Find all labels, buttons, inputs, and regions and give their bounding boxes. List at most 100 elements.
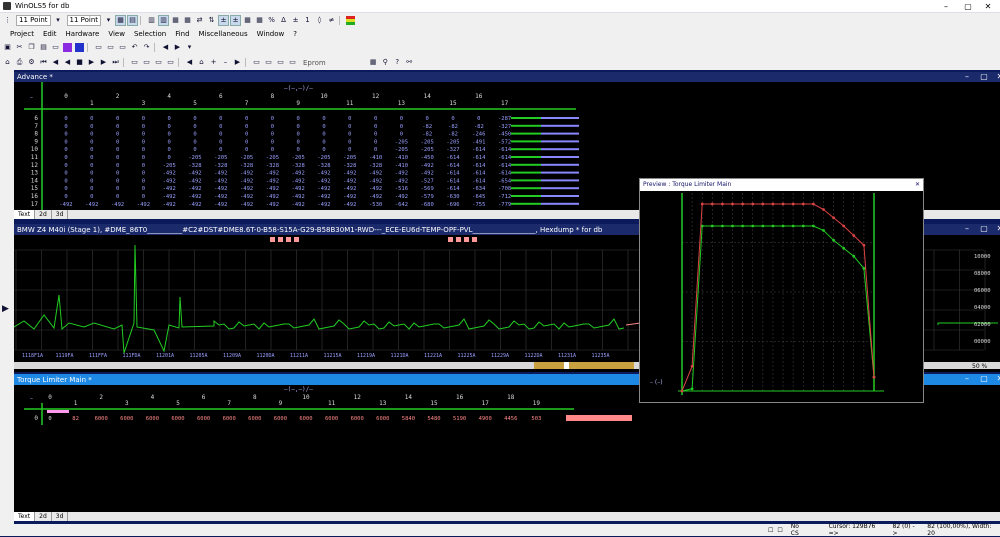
menu-selection[interactable]: Selection	[134, 30, 166, 38]
forward-icon[interactable]: ▶	[233, 58, 242, 67]
tab-text[interactable]: Text	[14, 512, 36, 521]
torque-map-pane[interactable]: –(–,–)/– –0 2 4 6 8 10 12 14 16 18 1 3 5 7 9 11 13 15 17 19 0…	[14, 385, 1000, 512]
minimize-button[interactable]: –	[936, 0, 956, 13]
gutter-arrow-icon[interactable]: ▶	[2, 304, 9, 314]
arrow-right-icon[interactable]: ▶	[173, 43, 182, 52]
lock-icon[interactable]: ⌂	[3, 58, 12, 67]
step-back-icon[interactable]: ◀	[51, 58, 60, 67]
swap-icon[interactable]: ⇄	[195, 16, 204, 25]
menu-window[interactable]: Window	[257, 30, 285, 38]
pin-icon[interactable]: ⚲	[381, 58, 390, 67]
eprom-label: Eprom	[303, 58, 326, 67]
column-header: 10	[320, 93, 328, 100]
torque-minimize-button[interactable]: –	[958, 374, 976, 384]
one-icon[interactable]: 1	[303, 16, 312, 25]
window-l-icon[interactable]: ▭	[288, 58, 297, 67]
status-checkbox-b[interactable]: ☐	[777, 527, 782, 534]
font-size-dropdown-b[interactable]: 11 Point	[66, 15, 102, 26]
settings-icon[interactable]: ⚙	[27, 58, 36, 67]
table-alt-icon[interactable]: ▦	[183, 16, 192, 25]
undo-icon[interactable]: ↶	[130, 43, 139, 52]
close-button[interactable]: ✕	[978, 0, 998, 13]
step-forward-icon[interactable]: ▶	[99, 58, 108, 67]
tab-2d[interactable]: 2d	[35, 210, 52, 219]
font-size-dropdown-a[interactable]: 11 Point	[16, 15, 51, 26]
chevron-down-icon[interactable]: ▾	[54, 16, 63, 25]
table-cell: 0	[116, 163, 119, 169]
color-palette-icon[interactable]	[346, 16, 356, 25]
stop-icon[interactable]: ■	[75, 58, 84, 67]
window-e-icon[interactable]: ▭	[130, 58, 139, 67]
org-icon[interactable]: ◊	[315, 16, 324, 25]
zoom-in-icon[interactable]: +	[209, 58, 218, 67]
status-checkbox-a[interactable]: ☐	[768, 527, 773, 534]
next-icon[interactable]: ▶	[87, 58, 96, 67]
hexdump-close-button[interactable]: ✕	[991, 224, 1000, 234]
paste-icon[interactable]: ▤	[39, 43, 48, 52]
grid-view-icon[interactable]: ▤	[127, 15, 139, 26]
percent-icon[interactable]: %	[267, 16, 276, 25]
sign-icon[interactable]: ±	[218, 15, 230, 26]
advance-minimize-button[interactable]: –	[958, 72, 976, 82]
menu-miscellaneous[interactable]: Miscellaneous	[199, 30, 248, 38]
menu-hardware[interactable]: Hardware	[66, 30, 100, 38]
grid-tool-icon[interactable]: ▦	[369, 58, 378, 67]
help-icon[interactable]: ?	[393, 58, 402, 67]
tab-3d[interactable]: 3d	[52, 210, 69, 219]
print-icon[interactable]: ⎙	[15, 58, 24, 67]
columns-icon[interactable]: ▥	[147, 16, 156, 25]
cut-icon[interactable]: ✂	[15, 43, 24, 52]
window-i-icon[interactable]: ▭	[252, 58, 261, 67]
back-icon[interactable]: ◀	[185, 58, 194, 67]
redo-icon[interactable]: ↷	[142, 43, 151, 52]
table-b-icon[interactable]: ▦	[243, 16, 252, 25]
data-point	[731, 202, 734, 206]
menu-view[interactable]: View	[108, 30, 125, 38]
window-d-icon[interactable]: ▭	[118, 43, 127, 52]
low-high-icon[interactable]: ⇅	[207, 16, 216, 25]
plus-minus-icon[interactable]: ±	[291, 16, 300, 25]
window-f-icon[interactable]: ▭	[142, 58, 151, 67]
table-icon[interactable]: ▦	[171, 16, 180, 25]
menu-help[interactable]: ?	[293, 30, 297, 38]
arrow-left-icon[interactable]: ◀	[161, 43, 170, 52]
delta-icon[interactable]: Δ	[279, 16, 288, 25]
purple-block-icon[interactable]	[63, 43, 72, 52]
chevron-down-icon[interactable]: ▾	[185, 43, 194, 52]
tab-3d[interactable]: 3d	[52, 512, 69, 521]
link-icon[interactable]: ⚯	[405, 58, 414, 67]
tab-2d[interactable]: 2d	[35, 512, 52, 521]
zoom-out-icon[interactable]: –	[221, 58, 230, 67]
prev-icon[interactable]: ◀	[63, 58, 72, 67]
window-j-icon[interactable]: ▭	[264, 58, 273, 67]
advance-close-button[interactable]: ✕	[991, 72, 1000, 82]
tab-text[interactable]: Text	[14, 210, 36, 219]
skip-last-icon[interactable]: ⏭	[111, 58, 120, 67]
hexdump-minimize-button[interactable]: –	[958, 224, 976, 234]
open-project-icon[interactable]: ▣	[3, 43, 12, 52]
menu-edit[interactable]: Edit	[43, 30, 57, 38]
columns-alt-icon[interactable]: ▥	[158, 15, 170, 26]
maximize-button[interactable]: ▢	[958, 0, 978, 13]
diff-icon[interactable]: ≠	[327, 16, 336, 25]
table-c-icon[interactable]: ▦	[255, 16, 264, 25]
menu-project[interactable]: Project	[10, 30, 34, 38]
torque-close-button[interactable]: ✕	[991, 374, 1000, 384]
hex-view-icon[interactable]: ▦	[115, 15, 127, 26]
chevron-down-icon[interactable]: ▾	[104, 16, 113, 25]
skip-first-icon[interactable]: ⏮	[39, 58, 48, 67]
home-icon[interactable]: ⌂	[197, 58, 206, 67]
copy-icon[interactable]: ❐	[27, 43, 36, 52]
blue-block-icon[interactable]	[75, 43, 84, 52]
window-c-icon[interactable]: ▭	[106, 43, 115, 52]
window-icon[interactable]: ▭	[51, 43, 60, 52]
window-b-icon[interactable]: ▭	[94, 43, 103, 52]
window-g-icon[interactable]: ▭	[154, 58, 163, 67]
sign-alt-icon[interactable]: ±	[230, 15, 242, 26]
window-k-icon[interactable]: ▭	[276, 58, 285, 67]
window-h-icon[interactable]: ▭	[166, 58, 175, 67]
preview-close-button[interactable]: ✕	[915, 179, 920, 191]
preview-window[interactable]: Preview : Torque Limiter Main ✕ – (–)	[639, 178, 924, 403]
menu-find[interactable]: Find	[175, 30, 189, 38]
column-header: 5	[193, 100, 197, 107]
